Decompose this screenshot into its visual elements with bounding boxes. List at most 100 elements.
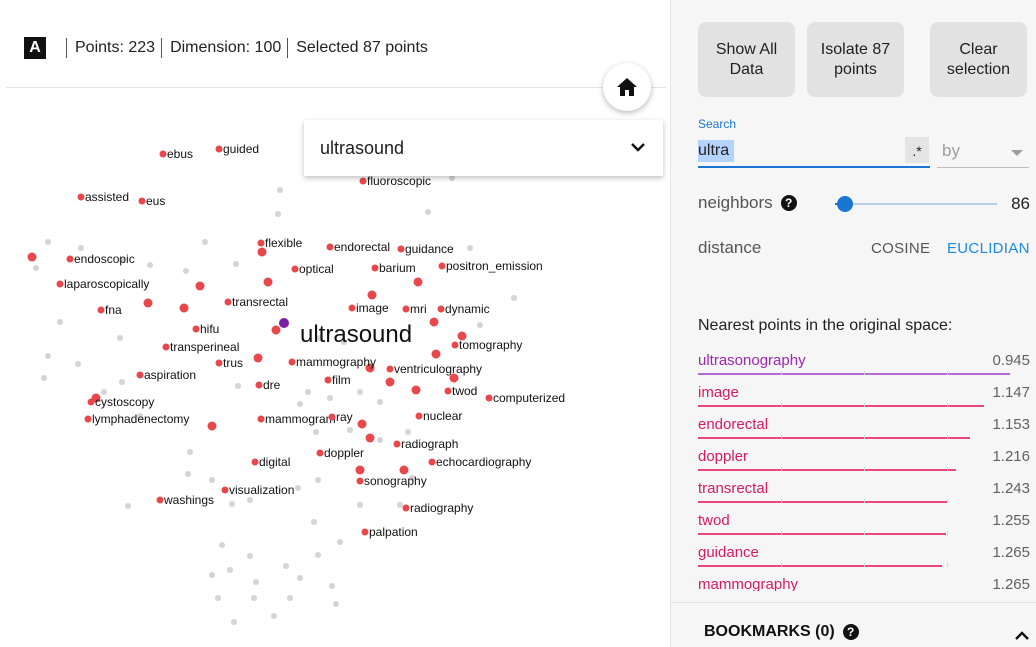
selected-point[interactable] bbox=[356, 477, 364, 485]
search-field[interactable] bbox=[698, 138, 930, 168]
unselected-point[interactable] bbox=[337, 539, 343, 545]
selected-point[interactable] bbox=[402, 305, 410, 313]
nearest-point-row[interactable]: twod 1.255 bbox=[698, 504, 1030, 536]
nearest-point-row[interactable]: ultrasonography 0.945 bbox=[698, 344, 1030, 376]
unselected-point[interactable] bbox=[41, 375, 47, 381]
home-button[interactable] bbox=[603, 63, 651, 111]
selected-point[interactable] bbox=[207, 421, 217, 431]
unselected-point[interactable] bbox=[33, 265, 39, 271]
selected-point[interactable] bbox=[371, 264, 379, 272]
nearest-point-row[interactable]: mammography 1.265 bbox=[698, 568, 1030, 591]
unselected-point[interactable] bbox=[311, 519, 317, 525]
unselected-point[interactable] bbox=[347, 427, 353, 433]
unselected-point[interactable] bbox=[425, 209, 431, 215]
unselected-point[interactable] bbox=[329, 583, 335, 589]
selected-point[interactable] bbox=[328, 413, 336, 421]
selected-point[interactable] bbox=[365, 433, 375, 443]
selected-point[interactable] bbox=[257, 239, 265, 247]
unselected-point[interactable] bbox=[233, 261, 239, 267]
selected-point[interactable] bbox=[162, 343, 170, 351]
unselected-point[interactable] bbox=[202, 239, 208, 245]
unselected-point[interactable] bbox=[185, 471, 191, 477]
unselected-point[interactable] bbox=[219, 542, 225, 548]
nearest-point-row[interactable]: guidance 1.265 bbox=[698, 536, 1030, 568]
selected-point[interactable] bbox=[77, 193, 85, 201]
unselected-point[interactable] bbox=[405, 429, 411, 435]
unselected-point[interactable] bbox=[229, 501, 235, 507]
nearest-point-row[interactable]: doppler 1.216 bbox=[698, 440, 1030, 472]
selected-point[interactable] bbox=[156, 496, 164, 504]
selected-point[interactable] bbox=[271, 325, 281, 335]
unselected-point[interactable] bbox=[467, 245, 473, 251]
unselected-point[interactable] bbox=[297, 575, 303, 581]
help-icon[interactable]: ? bbox=[780, 195, 797, 211]
unselected-point[interactable] bbox=[57, 319, 63, 325]
unselected-point[interactable] bbox=[397, 502, 403, 508]
selected-point[interactable] bbox=[138, 197, 146, 205]
selected-point[interactable] bbox=[428, 458, 436, 466]
selected-point[interactable] bbox=[393, 440, 401, 448]
scatter-plot[interactable]: ebus guided fluoroscopic assisted eus flexibl… bbox=[0, 0, 670, 647]
unselected-point[interactable] bbox=[117, 335, 123, 341]
selected-point[interactable] bbox=[367, 290, 377, 300]
unselected-point[interactable] bbox=[315, 552, 321, 558]
nearest-point-row[interactable]: endorectal 1.153 bbox=[698, 408, 1030, 440]
unselected-point[interactable] bbox=[305, 389, 311, 395]
unselected-point[interactable] bbox=[253, 579, 259, 585]
selected-point[interactable] bbox=[437, 305, 445, 313]
selected-point[interactable] bbox=[326, 243, 334, 251]
selected-point[interactable] bbox=[444, 387, 452, 395]
help-icon[interactable]: ? bbox=[842, 624, 859, 640]
selected-point[interactable] bbox=[348, 304, 356, 312]
selected-point[interactable] bbox=[438, 262, 446, 270]
selected-point[interactable] bbox=[84, 415, 92, 423]
selected-point[interactable] bbox=[179, 303, 189, 313]
selected-point[interactable] bbox=[485, 394, 493, 402]
selected-point[interactable] bbox=[411, 385, 421, 395]
unselected-point[interactable] bbox=[511, 295, 517, 301]
unselected-point[interactable] bbox=[275, 211, 281, 217]
selected-point[interactable] bbox=[224, 298, 232, 306]
selected-point[interactable] bbox=[27, 252, 37, 262]
nearest-point-row[interactable]: image 1.147 bbox=[698, 376, 1030, 408]
selected-point[interactable] bbox=[316, 449, 324, 457]
show-all-data-button[interactable]: Show All Data bbox=[698, 22, 795, 97]
selected-point[interactable] bbox=[397, 245, 405, 253]
unselected-point[interactable] bbox=[271, 613, 277, 619]
unselected-point[interactable] bbox=[357, 502, 363, 508]
selected-point[interactable] bbox=[255, 381, 263, 389]
selected-point[interactable] bbox=[357, 419, 367, 429]
unselected-point[interactable] bbox=[235, 383, 241, 389]
selected-point[interactable] bbox=[402, 504, 410, 512]
clear-selection-button[interactable]: Clear selection bbox=[930, 22, 1027, 97]
search-by-select[interactable]: by bbox=[937, 138, 1029, 168]
label-by-dropdown[interactable]: ultrasound bbox=[304, 120, 663, 176]
unselected-point[interactable] bbox=[313, 429, 319, 435]
unselected-point[interactable] bbox=[297, 401, 303, 407]
selected-point[interactable] bbox=[263, 277, 273, 287]
selected-point[interactable] bbox=[195, 281, 205, 291]
selected-point[interactable] bbox=[288, 358, 296, 366]
search-input[interactable] bbox=[698, 138, 898, 164]
unselected-point[interactable] bbox=[147, 262, 153, 268]
unselected-point[interactable] bbox=[283, 563, 289, 569]
unselected-point[interactable] bbox=[231, 619, 237, 625]
unselected-point[interactable] bbox=[227, 567, 233, 573]
isolate-points-button[interactable]: Isolate 87 points bbox=[807, 22, 904, 97]
chevron-up-icon[interactable] bbox=[1013, 629, 1031, 641]
unselected-point[interactable] bbox=[315, 477, 321, 483]
selected-point[interactable] bbox=[429, 317, 439, 327]
selected-point[interactable] bbox=[386, 365, 394, 373]
selected-point[interactable] bbox=[385, 377, 395, 387]
slider-thumb[interactable] bbox=[836, 196, 853, 212]
selected-point[interactable] bbox=[415, 412, 423, 420]
selected-point[interactable] bbox=[251, 458, 259, 466]
focused-point[interactable] bbox=[279, 318, 289, 328]
distance-cosine-option[interactable]: COSINE bbox=[871, 240, 930, 257]
unselected-point[interactable] bbox=[209, 477, 215, 483]
unselected-point[interactable] bbox=[295, 485, 301, 491]
selected-point[interactable] bbox=[143, 298, 153, 308]
selected-point[interactable] bbox=[257, 415, 265, 423]
unselected-point[interactable] bbox=[287, 595, 293, 601]
selected-point[interactable] bbox=[451, 341, 459, 349]
